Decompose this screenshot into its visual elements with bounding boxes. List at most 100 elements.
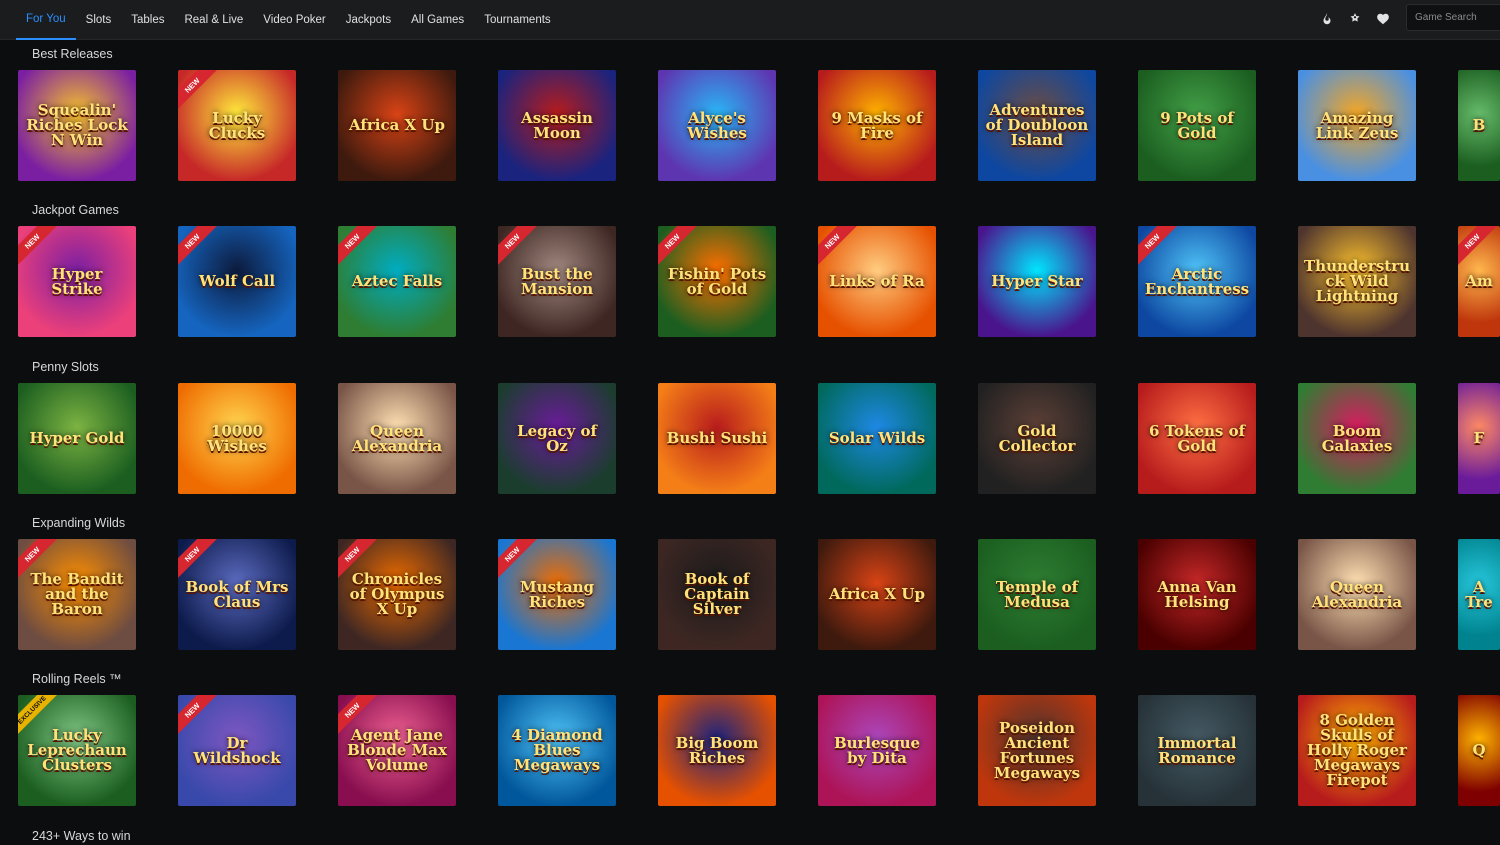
game-title: The Bandit and the Baron — [30, 570, 124, 618]
game-tile[interactable]: Anna Van Helsing — [1138, 539, 1256, 650]
game-tile[interactable]: Burlesque by Dita — [818, 695, 936, 806]
tab-tournaments[interactable]: Tournaments — [474, 0, 560, 40]
game-tile[interactable]: Mustang Riches NEW — [498, 539, 616, 650]
tab-real-live[interactable]: Real & Live — [174, 0, 253, 40]
game-title: 8 Golden Skulls of Holly Roger Megaways … — [1307, 711, 1407, 789]
heart-icon[interactable] — [1374, 10, 1392, 28]
new-badge: NEW — [818, 226, 859, 268]
game-tile[interactable]: Dr Wildshock NEW — [178, 695, 296, 806]
game-title: Q — [1472, 741, 1486, 759]
game-tile[interactable]: 9 Pots of Gold — [1138, 70, 1256, 181]
game-tile[interactable]: Squealin' Riches Lock N Win — [18, 70, 136, 181]
game-tile[interactable]: The Bandit and the Baron NEW — [18, 539, 136, 650]
game-title: Lucky Leprechaun Clusters — [27, 726, 127, 774]
game-tile[interactable]: Links of Ra NEW — [818, 226, 936, 337]
game-tile[interactable]: Boom Galaxies — [1298, 383, 1416, 494]
tab-video-poker[interactable]: Video Poker — [253, 0, 335, 40]
game-tile[interactable]: Poseidon Ancient Fortunes Megaways — [978, 695, 1096, 806]
game-title: Poseidon Ancient Fortunes Megaways — [993, 718, 1081, 782]
game-tile[interactable]: Amazing Link Zeus — [1298, 70, 1416, 181]
new-badge: NEW — [498, 539, 539, 581]
game-title: Mustang Riches — [520, 577, 594, 611]
game-title: Queen Alexandria — [351, 421, 443, 455]
game-tile[interactable]: Gold Collector — [978, 383, 1096, 494]
game-tile[interactable]: Hyper Star — [978, 226, 1096, 337]
new-badge: NEW — [338, 226, 379, 268]
new-badge: NEW — [178, 226, 219, 268]
game-tile[interactable]: Queen Alexandria — [1298, 539, 1416, 650]
new-badge: NEW — [178, 695, 219, 737]
section-title: 243+ Ways to win — [32, 829, 131, 843]
tab-slots[interactable]: Slots — [76, 0, 122, 40]
game-title: 9 Pots of Gold — [1160, 108, 1234, 142]
game-title: Fishin' Pots of Gold — [667, 264, 767, 298]
game-title: Book of Captain Silver — [684, 570, 750, 618]
section-title: Expanding Wilds — [32, 516, 126, 530]
game-tile[interactable]: Lucky Clucks NEW — [178, 70, 296, 181]
game-title: 10000 Wishes — [207, 421, 267, 455]
game-title: F — [1473, 429, 1485, 447]
game-title: Boom Galaxies — [1321, 421, 1393, 455]
game-tile[interactable]: Adventures of Doubloon Island — [978, 70, 1096, 181]
game-tile[interactable]: Solar Wilds — [818, 383, 936, 494]
game-tile[interactable]: Am NEW — [1458, 226, 1500, 337]
flame-icon[interactable] — [1318, 10, 1336, 28]
game-title: Amazing Link Zeus — [1315, 108, 1399, 142]
game-search-input[interactable] — [1415, 12, 1495, 23]
game-tile[interactable]: Assassin Moon — [498, 70, 616, 181]
tab-all-games[interactable]: All Games — [401, 0, 474, 40]
game-tile[interactable]: Lucky Leprechaun Clusters EXCLUSIVE — [18, 695, 136, 806]
game-title: Big Boom Riches — [675, 733, 759, 767]
game-title: Legacy of Oz — [517, 421, 597, 455]
game-search-box[interactable] — [1406, 4, 1500, 31]
game-tile[interactable]: Temple of Medusa — [978, 539, 1096, 650]
game-tile[interactable]: Thunderstruck Wild Lightning — [1298, 226, 1416, 337]
game-tile[interactable]: Book of Mrs Claus NEW — [178, 539, 296, 650]
game-title: Am — [1465, 272, 1493, 290]
tab-tables[interactable]: Tables — [121, 0, 174, 40]
game-tile[interactable]: 6 Tokens of Gold — [1138, 383, 1256, 494]
game-title: 9 Masks of Fire — [831, 108, 923, 142]
game-tile[interactable]: Fishin' Pots of Gold NEW — [658, 226, 776, 337]
game-tile[interactable]: Arctic Enchantress NEW — [1138, 226, 1256, 337]
game-tile[interactable]: Bust the Mansion NEW — [498, 226, 616, 337]
game-title: Immortal Romance — [1157, 733, 1237, 767]
game-tile[interactable]: 9 Masks of Fire — [818, 70, 936, 181]
star-gear-icon[interactable] — [1346, 10, 1364, 28]
game-tile[interactable]: Africa X Up — [818, 539, 936, 650]
game-title: 6 Tokens of Gold — [1148, 421, 1246, 455]
game-tile[interactable]: Alyce's Wishes — [658, 70, 776, 181]
tab-for-you[interactable]: For You — [16, 0, 76, 40]
game-title: Book of Mrs Claus — [185, 577, 289, 611]
game-tile[interactable]: Agent Jane Blonde Max Volume NEW — [338, 695, 456, 806]
game-tile[interactable]: Chronicles of Olympus X Up NEW — [338, 539, 456, 650]
game-tile[interactable]: Aztec Falls NEW — [338, 226, 456, 337]
game-tile[interactable]: Big Boom Riches — [658, 695, 776, 806]
game-tile[interactable]: Immortal Romance — [1138, 695, 1256, 806]
game-title: Hyper Gold — [29, 429, 125, 447]
game-tile[interactable]: 4 Diamond Blues Megaways — [498, 695, 616, 806]
game-tile[interactable]: 8 Golden Skulls of Holly Roger Megaways … — [1298, 695, 1416, 806]
game-title: Hyper Star — [991, 272, 1083, 290]
game-tile[interactable]: Book of Captain Silver — [658, 539, 776, 650]
game-title: Arctic Enchantress — [1144, 264, 1250, 298]
game-title: Agent Jane Blonde Max Volume — [347, 726, 447, 774]
game-tile[interactable]: Wolf Call NEW — [178, 226, 296, 337]
game-tile[interactable]: 10000 Wishes — [178, 383, 296, 494]
game-tile[interactable]: B — [1458, 70, 1500, 181]
game-tile[interactable]: Legacy of Oz — [498, 383, 616, 494]
game-title: Queen Alexandria — [1311, 577, 1403, 611]
game-tile[interactable]: Bushi Sushi — [658, 383, 776, 494]
game-title: Africa X Up — [829, 585, 925, 603]
game-title: Links of Ra — [829, 272, 925, 290]
game-tile[interactable]: F — [1458, 383, 1500, 494]
game-tile[interactable]: Queen Alexandria — [338, 383, 456, 494]
game-tile[interactable]: Hyper Strike NEW — [18, 226, 136, 337]
game-tile[interactable]: A Tre — [1458, 539, 1500, 650]
game-title: Thunderstruck Wild Lightning — [1304, 257, 1410, 305]
game-tile[interactable]: Africa X Up — [338, 70, 456, 181]
game-tile[interactable]: Hyper Gold — [18, 383, 136, 494]
game-tile[interactable]: Q — [1458, 695, 1500, 806]
tab-jackpots[interactable]: Jackpots — [336, 0, 401, 40]
game-title: Burlesque by Dita — [833, 733, 921, 767]
